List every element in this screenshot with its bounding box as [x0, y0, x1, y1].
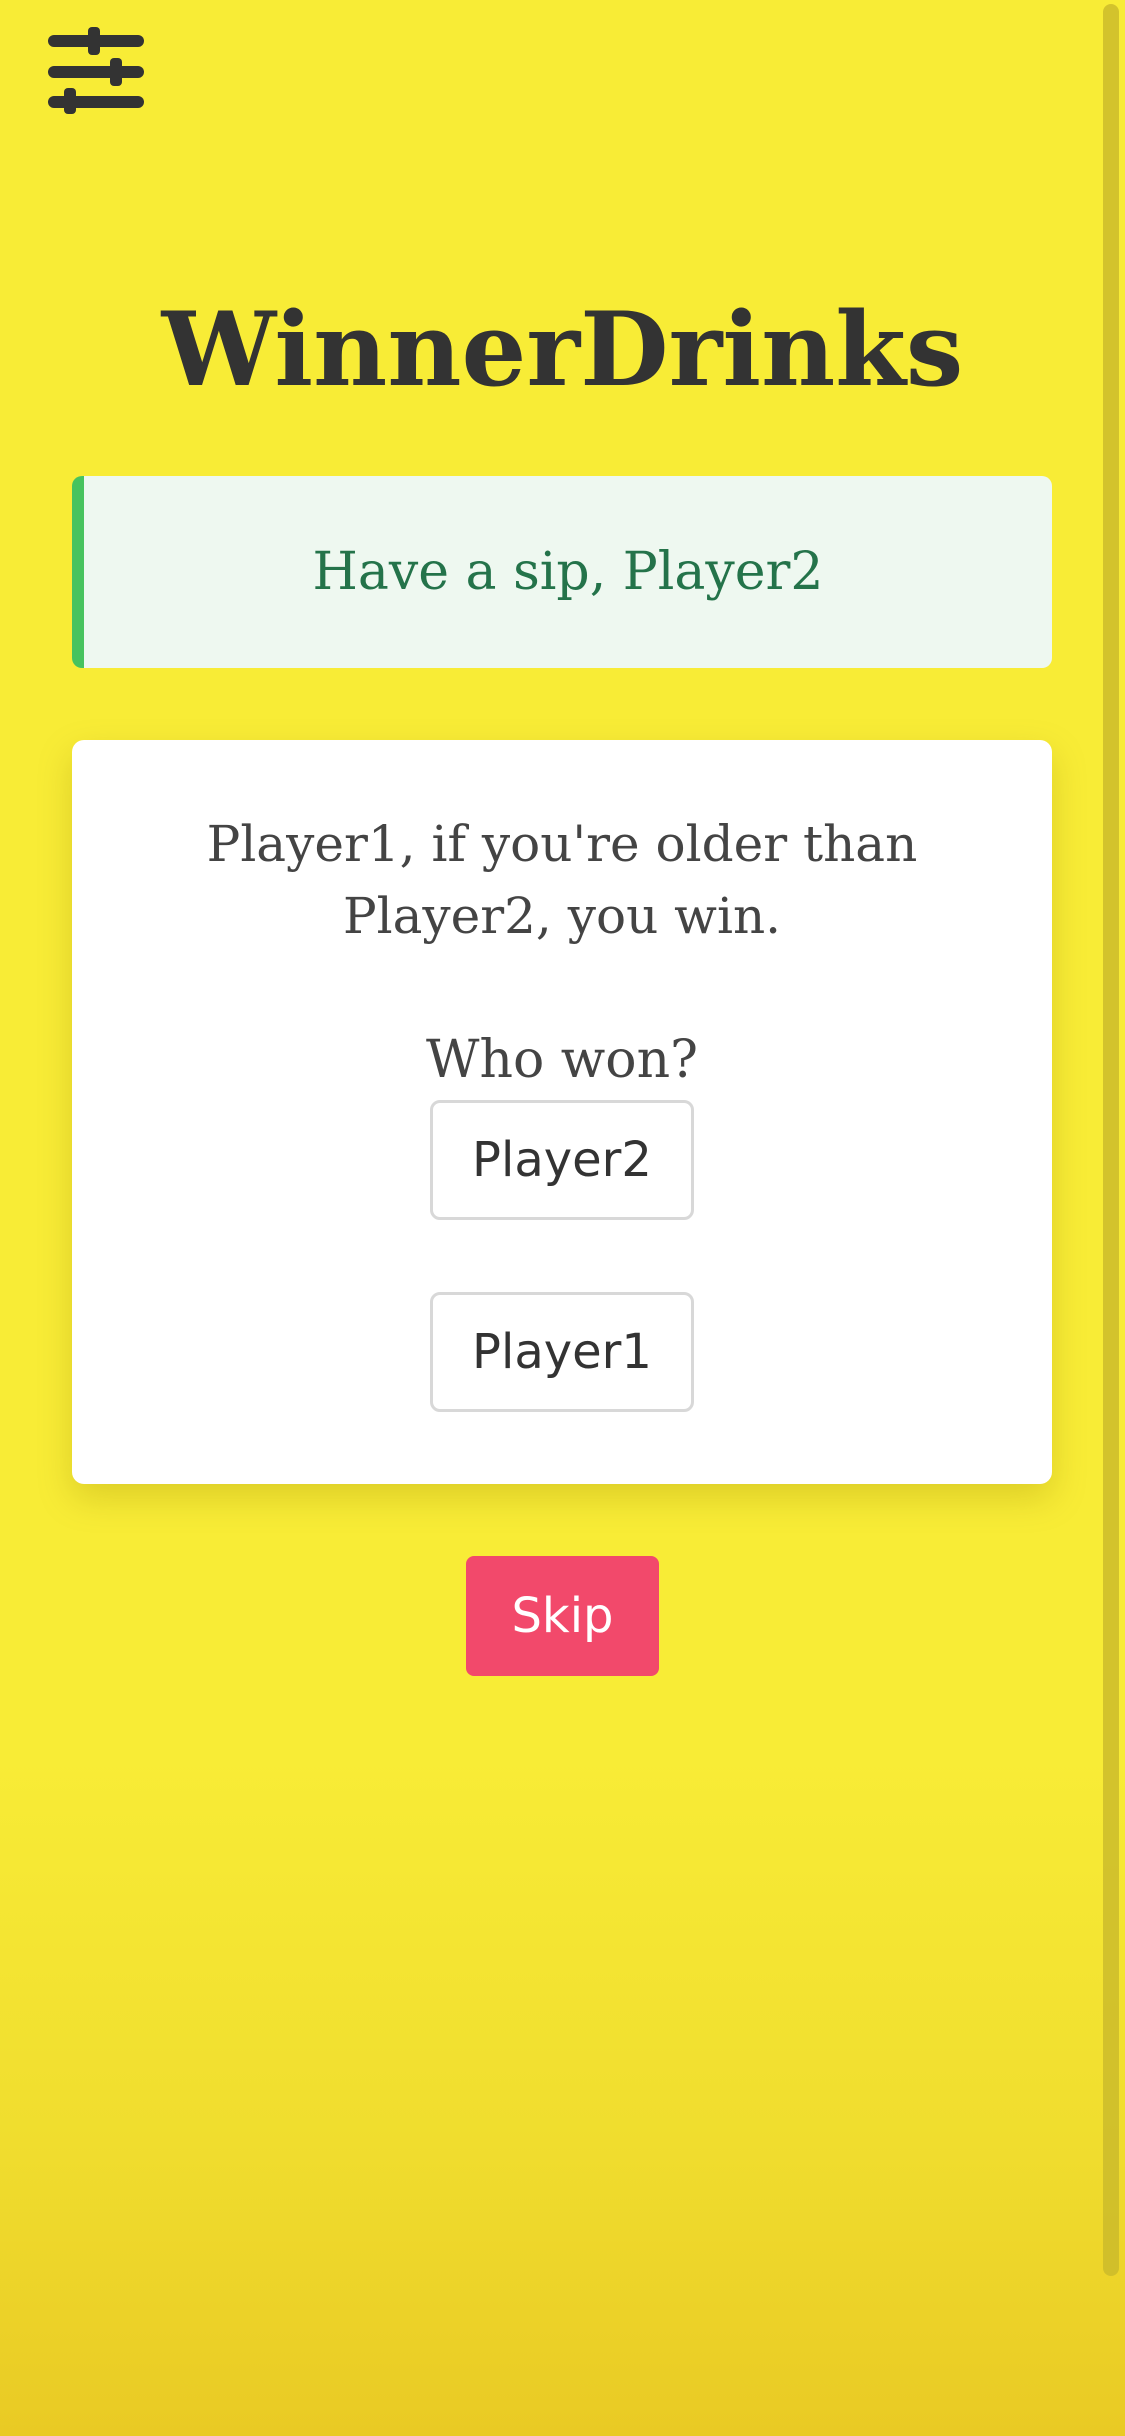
- settings-button[interactable]: [44, 26, 148, 116]
- challenge-card: Player1, if you're older than Player2, y…: [72, 740, 1052, 1484]
- app-title: WinnerDrinks: [161, 290, 964, 410]
- sip-notice: Have a sip, Player2: [72, 476, 1052, 668]
- sip-notice-text: Have a sip, Player2: [312, 542, 824, 602]
- sliders-icon: [44, 26, 148, 116]
- challenge-text: Player1, if you're older than Player2, y…: [206, 815, 918, 945]
- who-won-question: Who won?: [426, 1030, 698, 1090]
- skip-button[interactable]: Skip: [466, 1556, 659, 1676]
- winner-option-player2[interactable]: Player2: [430, 1100, 694, 1220]
- winner-option-player1[interactable]: Player1: [430, 1292, 694, 1412]
